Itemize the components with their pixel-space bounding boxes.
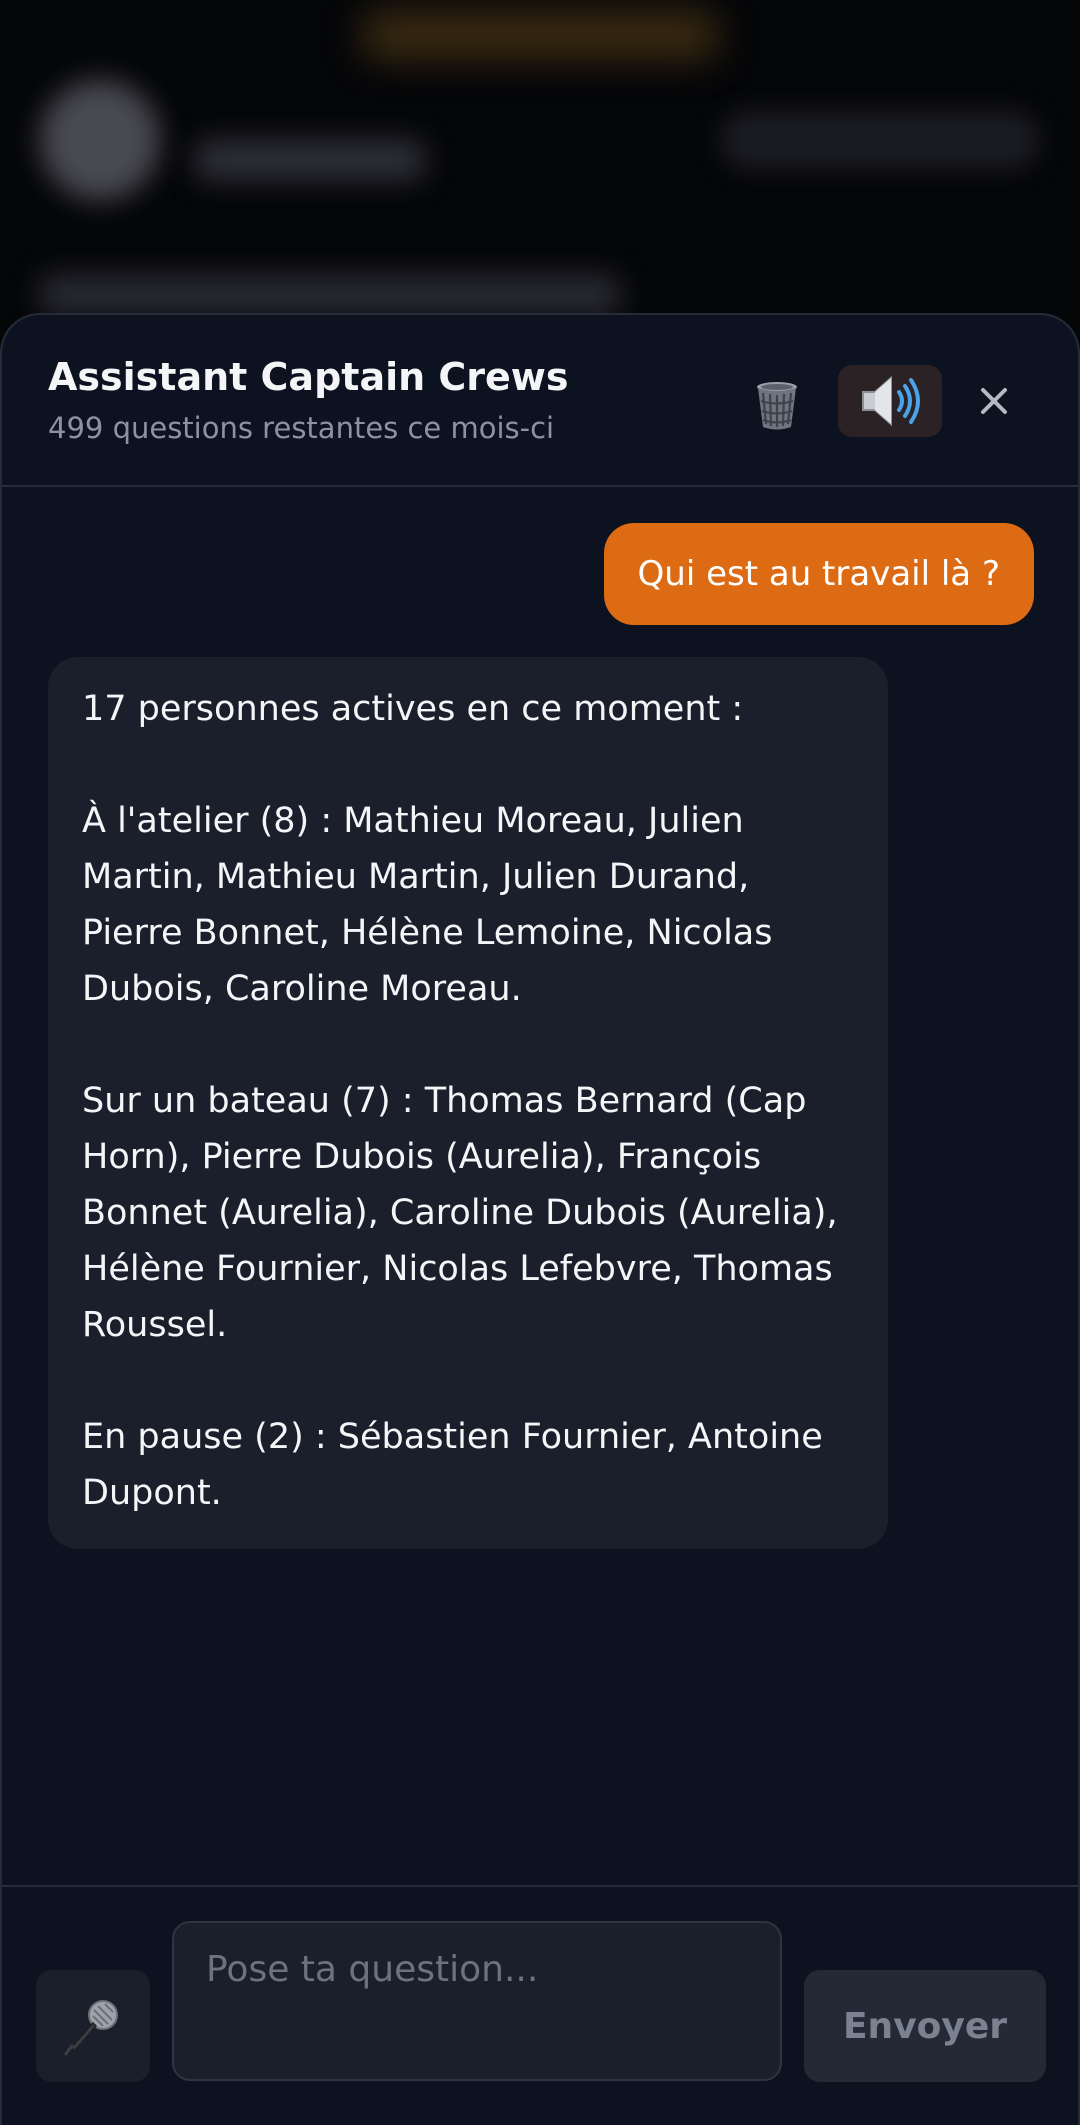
background-text-line: [40, 275, 620, 315]
close-button[interactable]: [974, 381, 1014, 421]
chat-header: Assistant Captain Crews 499 questions re…: [2, 315, 1078, 487]
send-button[interactable]: Envoyer: [804, 1970, 1046, 2082]
chat-title: Assistant Captain Crews: [48, 355, 569, 399]
assistant-message-paragraph: 17 personnes actives en ce moment :: [82, 689, 744, 729]
assistant-message-paragraph: À l'atelier (8) : Mathieu Moreau, Julien…: [82, 801, 773, 1009]
audio-toggle-button[interactable]: [838, 365, 942, 437]
user-message: Qui est au travail là ?: [603, 523, 1034, 625]
background-avatar: [40, 80, 160, 200]
remaining-questions-text: 499 questions restantes ce mois-ci: [48, 411, 555, 445]
microphone-icon: [64, 2000, 118, 2056]
speaker-icon: [862, 375, 920, 427]
clear-chat-button[interactable]: [750, 373, 804, 437]
assistant-message-paragraph: En pause (2) : Sébastien Fournier, Antoi…: [82, 1417, 823, 1513]
close-icon: [981, 388, 1007, 414]
assistant-chat-panel: Assistant Captain Crews 499 questions re…: [0, 313, 1080, 2125]
trash-icon: [757, 382, 797, 430]
background-button: [720, 110, 1040, 170]
background-username: [195, 140, 425, 180]
background-page: [0, 0, 1080, 340]
composer-bar: Envoyer: [2, 1885, 1078, 2125]
assistant-message: 17 personnes actives en ce moment : À l'…: [48, 657, 888, 1549]
microphone-button[interactable]: [36, 1970, 150, 2082]
message-list[interactable]: Qui est au travail là ? 17 personnes act…: [2, 489, 1078, 1885]
assistant-message-paragraph: Sur un bateau (7) : Thomas Bernard (Cap …: [82, 1081, 838, 1345]
question-input[interactable]: [172, 1921, 782, 2081]
background-banner: [360, 10, 720, 60]
